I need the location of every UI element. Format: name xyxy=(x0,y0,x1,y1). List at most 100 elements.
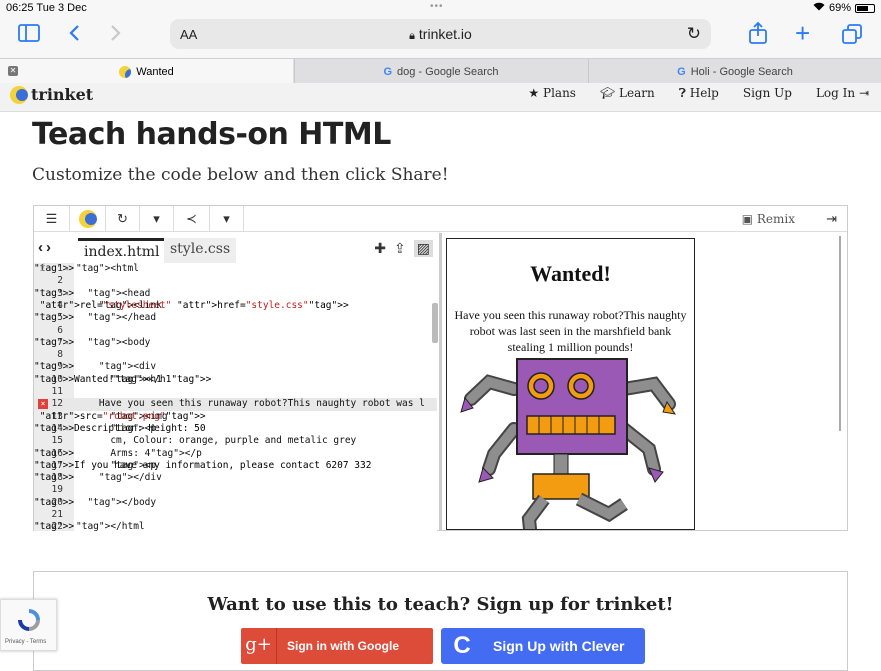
reset-dropdown-button[interactable]: ▾ xyxy=(140,206,174,232)
code-line[interactable]: 20 "tag"></body "tag">> xyxy=(34,497,437,509)
url-text[interactable]: 🔒︎ trinket.io xyxy=(170,26,711,43)
refresh-icon: ↻ xyxy=(117,211,128,226)
clever-signup-button[interactable]: C Sign Up with Clever xyxy=(441,628,645,664)
fold-arrow-icon[interactable]: ▾ xyxy=(65,361,69,373)
reset-button[interactable]: ↻ xyxy=(106,206,140,232)
forward-icon[interactable] xyxy=(110,24,122,46)
image-library-icon[interactable]: ▨ xyxy=(413,240,433,257)
clever-icon: C xyxy=(453,632,471,659)
code-line[interactable]: 16 Arms: 4"tag"></p "tag">> xyxy=(34,448,437,460)
trinket-logo[interactable]: trinket xyxy=(10,85,93,104)
address-bar[interactable]: AA 🔒︎ trinket.io ↻ xyxy=(170,19,711,49)
star-icon: ★ xyxy=(528,86,540,100)
code-text: "tag"><p xyxy=(110,422,157,434)
nav-help[interactable]: ❓︎ Help xyxy=(679,86,719,101)
code-line[interactable]: 6 xyxy=(34,325,437,337)
nav-log-in[interactable]: Log In ⇥ xyxy=(816,86,869,101)
info-marker-icon[interactable]: i xyxy=(40,263,46,275)
share-icon[interactable] xyxy=(748,21,768,48)
nav-plans[interactable]: ★ Plans xyxy=(528,86,576,101)
code-line[interactable]: × 12 Have you seen this runaway robot?Thi… xyxy=(34,398,437,411)
code-editor[interactable]: i 1 ▾ "tag"><html "tag">> 2 3 ▾ "tag"><head "tag… xyxy=(34,263,437,531)
signup-panel: Want to use this to teach? Sign up for t… xyxy=(33,571,848,671)
login-icon: ⇥ xyxy=(826,211,837,226)
code-text: "tag"></div xyxy=(98,472,162,484)
battery-percent: 69% xyxy=(828,2,851,14)
file-tab-style[interactable]: style.css xyxy=(164,238,237,263)
code-line[interactable]: 11 xyxy=(34,386,437,398)
google-signin-button[interactable]: g+ Sign in with Google xyxy=(241,628,433,664)
file-nav-arrows[interactable]: ‹› xyxy=(38,239,54,256)
code-line[interactable]: 9 ▾ "tag"><div "tag">> xyxy=(34,361,437,373)
code-line[interactable]: 15 cm, Colour: orange, purple and metali… xyxy=(34,435,437,447)
code-line[interactable]: 8 xyxy=(34,349,437,361)
code-line[interactable]: 19 xyxy=(34,484,437,496)
recaptcha-badge[interactable]: Privacy - Terms xyxy=(0,599,57,651)
share-button[interactable]: ≺ xyxy=(174,206,210,232)
code-line[interactable]: 17 "tag"><p "tag">>If you have any inform… xyxy=(34,460,437,472)
tab-wanted[interactable]: ✕ Wanted xyxy=(0,59,293,84)
close-tab-icon[interactable]: ✕ xyxy=(8,66,18,76)
run-button[interactable] xyxy=(70,206,106,232)
status-bar: 06:25 Tue 3 Dec ••• 69% xyxy=(0,0,881,16)
preview-heading: Wanted! xyxy=(530,261,611,286)
line-number: 7 xyxy=(57,336,63,348)
line-number: 11 xyxy=(51,386,63,397)
code-line[interactable]: 7 ▾ "tag"><body "tag">> xyxy=(34,337,437,349)
code-text: Arms: 4"tag"></p xyxy=(76,447,202,459)
upload-icon[interactable]: ⇪ xyxy=(394,240,406,257)
line-number: 1 xyxy=(57,263,63,274)
code-text: "tag"></head xyxy=(87,312,157,324)
tab-holi-search[interactable]: G Holi - Google Search xyxy=(588,59,881,84)
result-preview[interactable]: Wanted! Have you seen this runaway robot… xyxy=(446,238,695,530)
fold-arrow-icon[interactable]: ▾ xyxy=(65,288,69,300)
line-number: 22 xyxy=(51,521,63,531)
code-line[interactable]: 3 ▾ "tag"><head "tag">> xyxy=(34,288,437,300)
save-icon: ▣ xyxy=(741,212,754,226)
code-text: "tag"></html xyxy=(76,521,145,531)
back-icon[interactable] xyxy=(68,24,80,46)
code-line[interactable]: 14 ▾ "tag"><p "tag">>Description: Height: … xyxy=(34,423,437,435)
preview-text: Have you seen this runaway robot?This na… xyxy=(454,308,687,354)
fold-arrow-icon[interactable]: ▾ xyxy=(65,423,69,435)
caret-down-icon: ▾ xyxy=(153,211,160,226)
code-line[interactable]: 2 xyxy=(34,275,437,287)
recaptcha-terms[interactable]: Privacy - Terms xyxy=(5,639,46,645)
share-dropdown-button[interactable]: ▾ xyxy=(210,206,244,232)
code-line[interactable]: 22 "tag"></html "tag">> xyxy=(34,521,437,531)
multitask-dots[interactable]: ••• xyxy=(430,1,444,12)
editor-toolbar: ☰ ↻ ▾ ≺ ▾ ▣ Remix ⇥ xyxy=(34,206,847,232)
editor-login-button[interactable]: ⇥ xyxy=(826,211,837,227)
reload-icon[interactable]: ↻ xyxy=(687,24,701,44)
code-line[interactable]: 18 "tag"></div "tag">> xyxy=(34,472,437,484)
code-line[interactable]: 5 "tag"></head "tag">> xyxy=(34,312,437,324)
code-line[interactable]: i 1 ▾ "tag"><html "tag">> xyxy=(34,263,437,275)
code-line[interactable]: 4 "tag"><link "attr">rel="stylesheet" "a… xyxy=(34,300,437,312)
sidebar-icon[interactable] xyxy=(18,24,40,46)
tab-dog-search[interactable]: G dog - Google Search xyxy=(294,59,587,84)
line-number: 5 xyxy=(57,312,63,324)
pane-divider[interactable] xyxy=(439,233,442,531)
code-line[interactable]: 13 "tag"><img "attr">src="robot.png""tag… xyxy=(34,411,437,423)
code-line[interactable]: 10 "tag"><h1 "tag">>Wanted!"tag"></h1"tag… xyxy=(34,374,437,386)
preview-scrollbar[interactable] xyxy=(839,236,841,431)
code-scrollbar[interactable] xyxy=(432,303,438,343)
code-text: "tag"><p xyxy=(110,459,157,471)
add-file-icon[interactable]: ✚ xyxy=(374,240,386,257)
tabs-overview-icon[interactable] xyxy=(842,24,862,48)
remix-button[interactable]: ▣ Remix xyxy=(742,212,795,226)
nav-sign-up[interactable]: Sign Up xyxy=(743,86,792,101)
line-number: 16 xyxy=(51,447,63,459)
error-marker-icon[interactable]: × xyxy=(38,399,48,410)
nav-learn[interactable]: 🎓︎ Learn xyxy=(600,86,655,101)
line-number: 20 xyxy=(51,496,63,508)
fold-arrow-icon[interactable]: ▾ xyxy=(65,263,69,275)
fold-arrow-icon[interactable]: ▾ xyxy=(65,337,69,349)
code-text: "tag"><img xyxy=(110,410,168,422)
file-tab-index[interactable]: index.html xyxy=(78,238,166,263)
menu-button[interactable]: ☰ xyxy=(34,206,70,232)
trinket-favicon-icon xyxy=(119,65,132,78)
new-tab-icon[interactable]: + xyxy=(795,20,810,46)
line-number: 3 xyxy=(57,287,63,299)
code-line[interactable]: 21 xyxy=(34,509,437,521)
